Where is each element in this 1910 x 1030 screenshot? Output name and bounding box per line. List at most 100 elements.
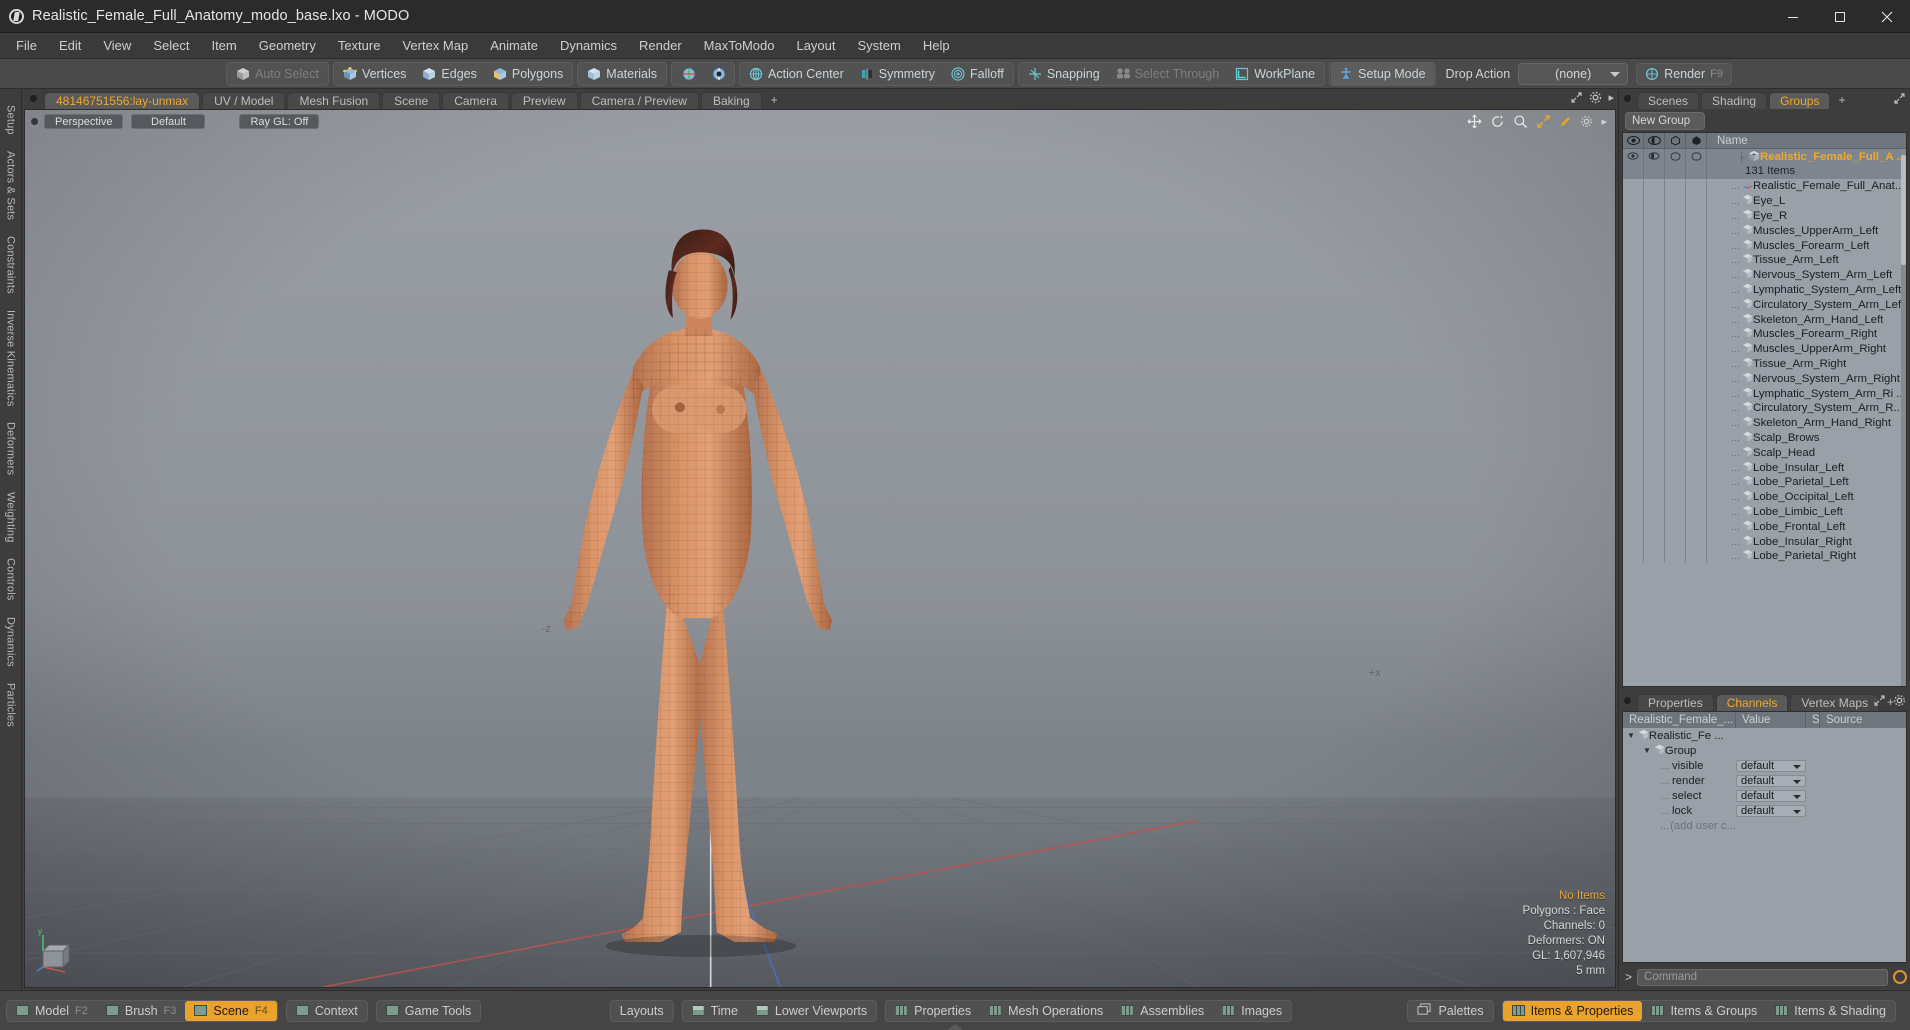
viewport-menu-dot-icon[interactable]: [31, 117, 38, 125]
expand-icon[interactable]: [1893, 92, 1906, 105]
item-list-row[interactable]: … Muscles_Forearm_Left: [1623, 237, 1906, 253]
item-list-row[interactable]: … Lymphatic_System_Arm_Left: [1623, 282, 1906, 297]
left-tab-controls[interactable]: Controls: [2, 550, 20, 609]
expand-icon[interactable]: [1873, 694, 1886, 707]
menu-maxtomodo[interactable]: MaxToModo: [693, 35, 786, 56]
menu-geometry[interactable]: Geometry: [248, 35, 327, 56]
bottom-items-groups-button[interactable]: Items & Groups: [1642, 1001, 1766, 1021]
bottom-model-button[interactable]: Model F2: [7, 1001, 97, 1021]
chevron-right-icon[interactable]: ▸: [1608, 91, 1614, 104]
axis-gizmo[interactable]: y: [35, 923, 87, 975]
item-list-row[interactable]: … Scalp_Brows: [1623, 430, 1906, 445]
item-list-row[interactable]: … Eye_L: [1623, 193, 1906, 209]
viewport-tab-add[interactable]: +: [764, 92, 785, 109]
bottom-context-button[interactable]: Context: [287, 1001, 367, 1021]
select-icon[interactable]: [1665, 133, 1686, 149]
item-list-row[interactable]: … Skeleton_Arm_Hand_Left: [1623, 311, 1906, 327]
bottom-palettes-button[interactable]: Palettes: [1408, 1001, 1492, 1021]
left-tab-setup[interactable]: Setup: [2, 97, 20, 143]
menu-layout[interactable]: Layout: [785, 35, 846, 56]
viewport-tab-camera-preview[interactable]: Camera / Preview: [579, 92, 699, 109]
item-list-row[interactable]: … Lobe_Occipital_Left: [1623, 489, 1906, 505]
menu-select[interactable]: Select: [142, 35, 200, 56]
row-render-cell[interactable]: [1644, 149, 1665, 164]
panel-menu-dot-icon[interactable]: [1624, 95, 1631, 102]
bottom-mesh-operations-button[interactable]: Mesh Operations: [980, 1001, 1112, 1021]
item-list-row[interactable]: … Nervous_System_Arm_Left: [1623, 267, 1906, 283]
expand-icon[interactable]: [1570, 91, 1583, 104]
bottom-properties-button[interactable]: Properties: [886, 1001, 980, 1021]
panel-tab-groups[interactable]: Groups: [1769, 92, 1831, 109]
viewport-tab-mesh-fusion[interactable]: Mesh Fusion: [287, 92, 381, 109]
menu-animate[interactable]: Animate: [479, 35, 549, 56]
menu-dynamics[interactable]: Dynamics: [549, 35, 628, 56]
menu-help[interactable]: Help: [912, 35, 961, 56]
maximize-button[interactable]: [1816, 0, 1863, 33]
3d-viewport[interactable]: Perspective Default Ray GL: Off ▸ -z +x …: [24, 109, 1616, 988]
viewport-projection-chip[interactable]: Perspective: [44, 113, 124, 129]
item-list-row[interactable]: … Circulatory_System_Arm_R...: [1623, 400, 1906, 416]
render-button[interactable]: Render F9: [1636, 62, 1733, 85]
new-group-button[interactable]: New Group: [1625, 112, 1705, 130]
channel-row[interactable]: … visible default: [1623, 758, 1906, 773]
item-list-row[interactable]: … Lobe_Frontal_Left: [1623, 518, 1906, 534]
channel-value-dropdown[interactable]: default: [1736, 759, 1806, 772]
setup-mode-button[interactable]: Setup Mode: [1331, 62, 1434, 85]
viewport-tab-preview[interactable]: Preview: [510, 92, 578, 109]
channel-row[interactable]: ▼ Group: [1623, 743, 1906, 758]
row-select-cell[interactable]: [1665, 149, 1686, 164]
item-list-row[interactable]: … Muscles_Forearm_Right: [1623, 326, 1906, 342]
group-item-list[interactable]: Name ├ Realistic_Female_Full_A ... 131 I…: [1622, 132, 1907, 687]
panel-menu-dot-icon[interactable]: [1624, 697, 1631, 704]
close-button[interactable]: [1863, 0, 1910, 33]
channel-row[interactable]: … (add user c...: [1623, 818, 1906, 833]
panel-tab-add[interactable]: +: [1832, 92, 1851, 109]
item-list-row[interactable]: … Lobe_Parietal_Left: [1623, 474, 1906, 490]
polygons-button[interactable]: Polygons: [485, 63, 571, 85]
item-list-row[interactable]: … Scalp_Head: [1623, 444, 1906, 460]
item-list-row[interactable]: … Nervous_System_Arm_Right: [1623, 370, 1906, 386]
bottom-brush-button[interactable]: Brush F3: [97, 1001, 186, 1021]
vertices-button[interactable]: Vertices: [335, 63, 414, 85]
channels-grid[interactable]: Realistic_Female_... Value S Source ▼ Re…: [1622, 711, 1907, 963]
lock-icon[interactable]: [1686, 133, 1707, 149]
symmetry-button[interactable]: Symmetry: [852, 63, 943, 85]
left-tab-weighting[interactable]: Weighting: [2, 484, 20, 551]
menu-view[interactable]: View: [92, 35, 142, 56]
left-tab-constraints[interactable]: Constraints: [2, 228, 20, 302]
bottom-lower-viewports-button[interactable]: Lower Viewports: [747, 1001, 876, 1021]
panel-expand-arrow-icon[interactable]: [946, 1024, 964, 1030]
select-through-button[interactable]: Select Through: [1108, 63, 1228, 85]
workplane-button[interactable]: WorkPlane: [1227, 63, 1323, 85]
item-list-row[interactable]: … Circulatory_System_Arm_Left: [1623, 296, 1906, 312]
edges-button[interactable]: Edges: [414, 63, 484, 85]
menu-texture[interactable]: Texture: [327, 35, 392, 56]
snapping-button[interactable]: Snapping: [1020, 63, 1108, 85]
item-list-row[interactable]: … Lobe_Insular_Right: [1623, 533, 1906, 549]
bottom-game-tools-button[interactable]: Game Tools: [377, 1001, 480, 1021]
viewport-tab-48146751556-lay-unmax[interactable]: 48146751556:lay-unmax: [44, 92, 201, 109]
item-list-row[interactable]: … Tissue_Arm_Left: [1623, 252, 1906, 268]
channel-row[interactable]: … lock default: [1623, 803, 1906, 818]
viewport-raygl-chip[interactable]: Ray GL: Off: [239, 113, 320, 129]
minimize-button[interactable]: [1769, 0, 1816, 33]
falloff-button[interactable]: Falloff: [943, 63, 1012, 85]
item-list-row[interactable]: … Realistic_Female_Full_Anat...: [1623, 178, 1906, 194]
channel-row[interactable]: … render default: [1623, 773, 1906, 788]
item-list-row[interactable]: … Lymphatic_System_Arm_Ri ...: [1623, 385, 1906, 401]
bottom-images-button[interactable]: Images: [1213, 1001, 1291, 1021]
gear-icon[interactable]: [1589, 91, 1602, 104]
viewport-shading-chip[interactable]: Default: [131, 113, 206, 129]
channels-tab-properties[interactable]: Properties: [1637, 694, 1714, 711]
menu-file[interactable]: File: [5, 35, 48, 56]
viewport-tab-camera[interactable]: Camera: [442, 92, 509, 109]
viewport-tab-scene[interactable]: Scene: [382, 92, 441, 109]
menu-item[interactable]: Item: [200, 35, 247, 56]
channels-tab-vertex-maps[interactable]: Vertex Maps: [1790, 694, 1880, 711]
item-list-row[interactable]: … Muscles_UpperArm_Left: [1623, 222, 1906, 238]
row-lock-cell[interactable]: [1686, 149, 1707, 164]
twirl-icon[interactable]: ▼: [1627, 731, 1635, 740]
item-list-row[interactable]: … Eye_R: [1623, 208, 1906, 223]
bottom-layouts-button[interactable]: Layouts: [611, 1001, 673, 1021]
panel-tab-shading[interactable]: Shading: [1701, 92, 1768, 109]
